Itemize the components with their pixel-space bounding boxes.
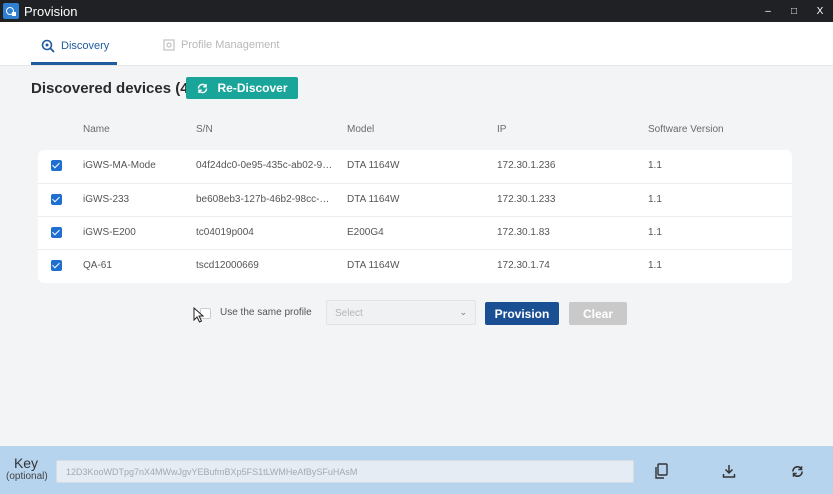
copy-icon[interactable] [652, 462, 670, 480]
key-footer: Key (optional) [0, 446, 833, 494]
device-model: DTA 1164W [347, 260, 400, 271]
column-header-name[interactable]: Name [83, 124, 110, 135]
maximize-button[interactable]: □ [781, 0, 807, 22]
device-ip: 172.30.1.74 [497, 260, 550, 271]
refresh-icon[interactable] [788, 462, 806, 480]
rediscover-label: Re-Discover [217, 81, 288, 95]
download-icon[interactable] [720, 462, 738, 480]
device-name: iGWS-233 [83, 194, 130, 205]
device-version: 1.1 [648, 194, 662, 205]
column-header-model[interactable]: Model [347, 124, 374, 135]
tab-label: Profile Management [181, 39, 280, 51]
column-header-ip[interactable]: IP [497, 124, 506, 135]
tab-profile-management[interactable]: Profile Management [163, 39, 279, 51]
device-name: QA-61 [83, 260, 112, 271]
row-checkbox[interactable] [51, 160, 62, 171]
discovery-panel: Discovered devices (4) Re-Discover Name … [0, 66, 833, 446]
key-subtitle: (optional) [6, 471, 48, 482]
device-model: DTA 1164W [347, 160, 400, 171]
device-ip: 172.30.1.83 [497, 227, 550, 238]
tab-discovery[interactable]: Discovery [41, 39, 109, 53]
device-sn: be608eb3-127b-46b2-98cc-… [196, 194, 330, 205]
device-name: iGWS-E200 [83, 227, 136, 238]
key-input[interactable] [56, 460, 634, 483]
window-title: Provision [24, 3, 78, 19]
devices-table: iGWS-MA-Mode 04f24dc0-0e95-435c-ab02-9… … [38, 150, 792, 283]
column-header-sn[interactable]: S/N [196, 124, 213, 135]
table-row[interactable]: iGWS-E200 tc04019p004 E200G4 172.30.1.83… [38, 216, 792, 249]
device-sn: tc04019p004 [196, 227, 254, 238]
profile-select[interactable]: Select ⌄ [326, 300, 476, 325]
profile-icon [163, 39, 175, 51]
column-header-software-version[interactable]: Software Version [648, 124, 724, 135]
device-ip: 172.30.1.233 [497, 194, 556, 205]
same-profile-label: Use the same profile [220, 307, 312, 318]
device-model: E200G4 [347, 227, 384, 238]
row-checkbox[interactable] [51, 260, 62, 271]
row-checkbox[interactable] [51, 194, 62, 205]
tab-label: Discovery [61, 40, 110, 52]
minimize-button[interactable]: – [755, 0, 781, 22]
chevron-down-icon: ⌄ [459, 307, 467, 317]
device-version: 1.1 [648, 227, 662, 238]
close-button[interactable]: X [807, 0, 833, 22]
title-bar: Provision – □ X [0, 0, 833, 22]
table-row[interactable]: QA-61 tscd12000669 DTA 1164W 172.30.1.74… [38, 249, 792, 282]
select-placeholder: Select [335, 308, 363, 319]
discovery-icon [41, 39, 55, 53]
device-version: 1.1 [648, 160, 662, 171]
mouse-cursor-icon [193, 307, 205, 323]
rediscover-button[interactable]: Re-Discover [186, 77, 298, 99]
key-title: Key [13, 455, 39, 471]
device-model: DTA 1164W [347, 194, 400, 205]
app-logo-icon [3, 3, 19, 19]
page-title: Discovered devices (4) [31, 80, 194, 97]
row-checkbox[interactable] [51, 227, 62, 238]
device-sn: tscd12000669 [196, 260, 259, 271]
key-label: Key (optional) [6, 455, 48, 482]
tab-bar: Discovery Profile Management [0, 22, 833, 66]
device-ip: 172.30.1.236 [497, 160, 556, 171]
table-row[interactable]: iGWS-MA-Mode 04f24dc0-0e95-435c-ab02-9… … [38, 150, 792, 183]
table-row[interactable]: iGWS-233 be608eb3-127b-46b2-98cc-… DTA 1… [38, 183, 792, 216]
refresh-icon [198, 83, 208, 93]
window-controls: – □ X [755, 0, 833, 22]
device-name: iGWS-MA-Mode [83, 160, 156, 171]
device-version: 1.1 [648, 260, 662, 271]
device-sn: 04f24dc0-0e95-435c-ab02-9… [196, 160, 333, 171]
clear-button[interactable]: Clear [569, 302, 627, 325]
provision-button[interactable]: Provision [485, 302, 559, 325]
